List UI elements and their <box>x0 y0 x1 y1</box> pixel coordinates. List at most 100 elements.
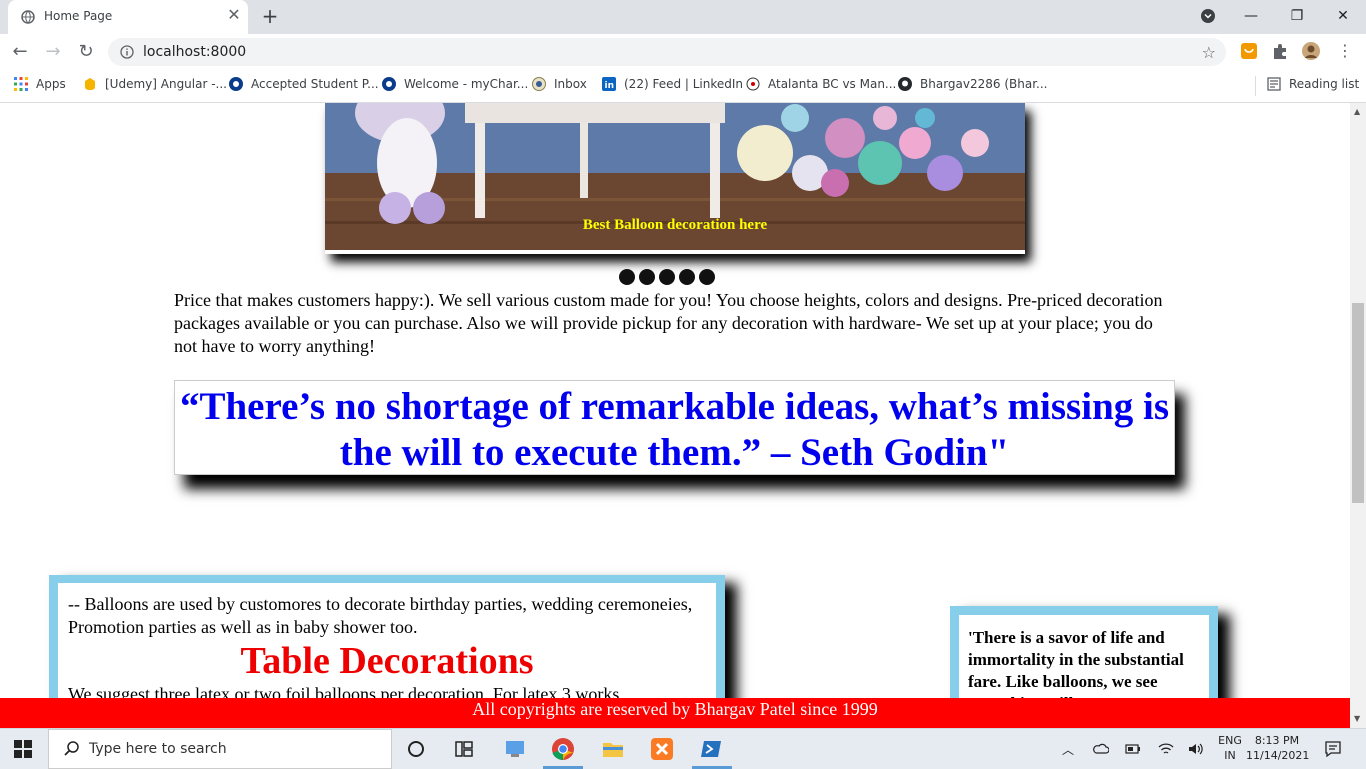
info-card-partial-text: We suggest three latex or two foil ballo… <box>68 684 620 698</box>
slide-dot-4[interactable] <box>679 269 695 285</box>
bookmarks-bar: Apps [Udemy] Angular -... Accepted Stude… <box>0 70 1366 103</box>
scrollbar-thumb[interactable] <box>1352 303 1364 503</box>
info-card-text: -- Balloons are used by customores to de… <box>68 594 693 637</box>
close-tab-icon[interactable]: ✕ <box>226 7 242 23</box>
bookmark-star-icon[interactable]: ☆ <box>1202 43 1216 62</box>
search-icon <box>64 741 79 756</box>
github-icon <box>898 77 912 91</box>
bookmark-linkedin[interactable]: in (22) Feed | LinkedIn <box>602 77 743 95</box>
quote-card-right: 'There is a savor of life and immortalit… <box>950 606 1218 698</box>
profile-menu-icon[interactable] <box>1195 4 1221 28</box>
extensions-puzzle-icon[interactable] <box>1271 42 1289 60</box>
file-explorer-icon[interactable] <box>601 737 625 761</box>
new-tab-button[interactable]: + <box>260 6 280 26</box>
bookmark-label: Bhargav2286 (Bhar... <box>920 77 1048 91</box>
bookmark-label: Atalanta BC vs Man... <box>768 77 897 91</box>
xampp-icon[interactable] <box>650 737 674 761</box>
udemy-icon <box>85 78 95 90</box>
bookmark-label: [Udemy] Angular -... <box>105 77 227 91</box>
hero-caption: Best Balloon decoration here <box>582 217 768 233</box>
reading-list-label: Reading list <box>1289 77 1360 91</box>
tab-home-page[interactable]: Home Page ✕ <box>8 0 248 34</box>
windows-start-icon[interactable] <box>14 740 32 758</box>
cortana-icon[interactable] <box>404 737 428 761</box>
reading-list-button[interactable]: Reading list <box>1267 77 1359 95</box>
bookmarks-separator <box>1255 76 1256 96</box>
bookmark-accepted-student[interactable]: Accepted Student P... <box>229 77 379 95</box>
slide-dot-3[interactable] <box>659 269 675 285</box>
footer-bar: All copyrights are reserved by Bhargav P… <box>0 698 1350 728</box>
svg-text:in: in <box>605 81 615 91</box>
bookmark-label: Welcome - myChar... <box>404 77 529 91</box>
info-card-left: -- Balloons are used by customores to de… <box>49 575 725 698</box>
slide-dots <box>619 269 719 285</box>
minimize-button[interactable]: — <box>1238 4 1264 28</box>
tab-title: Home Page <box>44 9 113 23</box>
mail-seal-icon <box>532 77 546 91</box>
info-icon[interactable] <box>120 45 134 59</box>
bookmark-label: Apps <box>36 77 66 91</box>
tab-strip: Home Page ✕ + — ❐ ✕ <box>0 0 1366 34</box>
chrome-menu-icon[interactable]: ⋮ <box>1336 42 1354 60</box>
web-page: Best Balloon decoration here Price that … <box>0 103 1350 698</box>
scroll-up-icon[interactable]: ▲ <box>1354 107 1360 116</box>
back-button[interactable]: ← <box>10 42 30 62</box>
vscode-like-icon[interactable] <box>503 737 527 761</box>
clock-date: 11/14/2021 <box>1246 749 1310 762</box>
powershell-icon[interactable] <box>699 737 723 761</box>
bookmark-label: (22) Feed | LinkedIn <box>624 77 744 91</box>
input-language[interactable]: ENG IN <box>1216 733 1244 763</box>
hero-slide-image: Best Balloon decoration here <box>325 103 1025 254</box>
close-window-button[interactable]: ✕ <box>1330 4 1356 28</box>
bookmark-github[interactable]: Bhargav2286 (Bhar... <box>898 77 1048 95</box>
reload-button[interactable]: ↻ <box>76 42 96 62</box>
bookmark-mycharlotte[interactable]: Welcome - myChar... <box>382 77 528 95</box>
info-card-left-body: -- Balloons are used by customores to de… <box>58 583 716 698</box>
lang-bottom: IN <box>1224 749 1236 762</box>
university-icon <box>382 77 396 91</box>
bookmark-label: Inbox <box>554 77 587 91</box>
slide-dot-5[interactable] <box>699 269 715 285</box>
profile-avatar-icon[interactable] <box>1302 42 1320 60</box>
soccer-icon <box>746 77 760 91</box>
bookmark-label: Accepted Student P... <box>251 77 379 91</box>
browser-toolbar: ← → ↻ localhost:8000 ☆ ⋮ <box>0 34 1366 70</box>
intro-paragraph: Price that makes customers happy:). We s… <box>174 290 1163 356</box>
quote-box: “There’s no shortage of remarkable ideas… <box>174 380 1175 475</box>
page-scrollbar[interactable]: ▲ ▼ <box>1350 103 1366 728</box>
slide-dot-2[interactable] <box>639 269 655 285</box>
address-bar[interactable]: localhost:8000 ☆ <box>108 38 1226 66</box>
windows-taskbar: Type here to search ︿ ENG IN 8:13 PM 11/… <box>0 728 1366 769</box>
footer-text: All copyrights are reserved by Bhargav P… <box>472 699 878 719</box>
apps-grid-icon <box>14 77 28 91</box>
lang-top: ENG <box>1218 734 1242 747</box>
clock-time: 8:13 PM <box>1254 734 1300 747</box>
bookmark-atalanta[interactable]: Atalanta BC vs Man... <box>746 77 896 95</box>
notification-center-icon[interactable] <box>1324 740 1342 758</box>
system-clock[interactable]: 8:13 PM 11/14/2021 <box>1246 733 1310 763</box>
university-icon <box>229 77 243 91</box>
quote-text: “There’s no shortage of remarkable ideas… <box>179 385 1170 474</box>
volume-icon[interactable] <box>1188 742 1204 756</box>
scroll-down-icon[interactable]: ▼ <box>1354 714 1360 723</box>
reading-list-icon <box>1267 77 1281 91</box>
slide-dot-1[interactable] <box>619 269 635 285</box>
restore-button[interactable]: ❐ <box>1284 4 1310 28</box>
bookmark-inbox[interactable]: Inbox <box>532 77 587 95</box>
globe-icon <box>21 10 35 24</box>
chrome-icon[interactable] <box>551 737 575 761</box>
wifi-icon[interactable] <box>1158 742 1174 756</box>
forward-button[interactable]: → <box>43 42 63 62</box>
search-placeholder: Type here to search <box>89 741 227 757</box>
table-decorations-heading: Table Decorations <box>240 640 534 682</box>
bookmark-udemy[interactable]: [Udemy] Angular -... <box>83 77 227 95</box>
extension-orange-icon[interactable] <box>1240 42 1258 60</box>
battery-icon[interactable] <box>1125 742 1141 756</box>
bookmark-apps[interactable]: Apps <box>14 77 66 95</box>
show-hidden-icons[interactable]: ︿ <box>1062 741 1074 758</box>
quote-card-right-body: 'There is a savor of life and immortalit… <box>959 615 1209 698</box>
task-view-icon[interactable] <box>452 737 476 761</box>
taskbar-search-box[interactable]: Type here to search <box>48 729 392 769</box>
linkedin-icon: in <box>602 77 616 91</box>
onedrive-icon[interactable] <box>1093 742 1109 756</box>
